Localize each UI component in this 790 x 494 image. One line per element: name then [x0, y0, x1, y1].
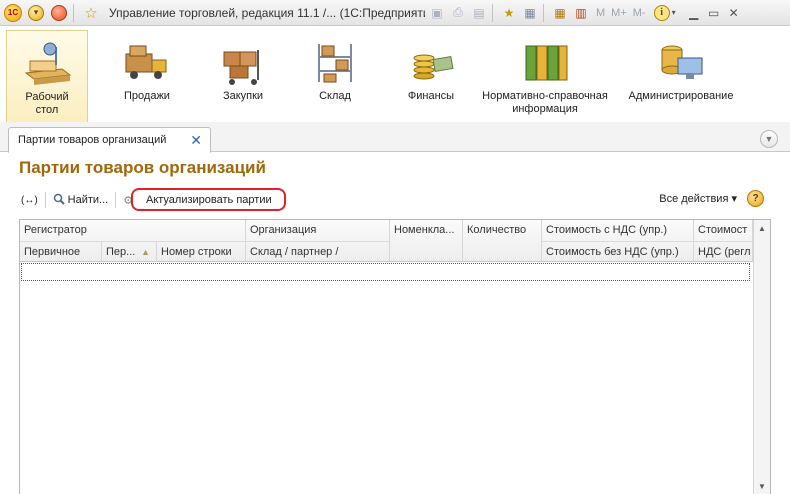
favorites-button[interactable]: ☆ — [81, 3, 101, 23]
column-header-cost[interactable]: Стоимост — [694, 220, 753, 241]
section-finance[interactable]: Финансы — [390, 30, 472, 122]
app-logo[interactable]: 1С — [3, 3, 23, 23]
update-batches-label: Актуализировать партии — [146, 193, 272, 206]
maximize-button[interactable]: ▭ — [704, 4, 724, 22]
command-bar: (↔) Найти... ⚙ Актуализировать партии Вс… — [18, 188, 770, 212]
window-title: Управление торговлей, редакция 11.1 /...… — [109, 5, 425, 20]
batches-table[interactable]: Регистратор Организация Номенкла... Коли… — [19, 219, 771, 494]
page-title: Партии товаров организаций — [19, 158, 266, 177]
memory-store-button[interactable]: M — [596, 7, 605, 19]
section-desktop[interactable]: Рабочий стол — [6, 30, 88, 122]
table-row[interactable] — [21, 263, 750, 281]
column-header-warehouse-partner[interactable]: Склад / партнер / — [246, 241, 390, 262]
section-sales[interactable]: Продажи — [106, 30, 188, 122]
column-header-registrar[interactable]: Регистратор — [20, 220, 246, 241]
find-label: Найти... — [67, 194, 109, 206]
chevron-down-icon[interactable]: ▼ — [760, 130, 778, 148]
column-header-cost-without-vat[interactable]: Стоимость без НДС (упр.) — [542, 241, 694, 262]
column-header-quantity[interactable]: Количество — [463, 220, 542, 262]
section-administration[interactable]: Администрирование — [622, 30, 740, 122]
title-bar: 1С ▾ ☆ Управление торговлей, редакция 11… — [0, 0, 790, 26]
sort-icon: ▲ — [141, 247, 150, 257]
back-button[interactable] — [49, 3, 69, 23]
favorites-icon: ☆ — [84, 4, 98, 22]
separator — [492, 3, 493, 22]
desktop-icon — [22, 41, 72, 87]
expand-arrows-icon: (↔) — [21, 194, 38, 206]
calendar-icon[interactable]: ▥ — [572, 4, 590, 22]
calculator-icon[interactable]: ▦ — [551, 4, 569, 22]
info-dropdown-icon[interactable]: ▾ — [672, 8, 676, 17]
administration-icon — [656, 40, 706, 86]
column-header-cost-with-vat[interactable]: Стоимость с НДС (упр.) — [542, 220, 694, 241]
purchases-icon — [218, 40, 268, 86]
tab-label: Партии товаров организаций — [18, 134, 167, 146]
menu-icon: ▾ — [28, 4, 44, 21]
find-button[interactable]: Найти... — [50, 189, 112, 211]
section-purchases[interactable]: Закупки — [202, 30, 284, 122]
tab-goods-batches[interactable]: Партии товаров организаций ✕ — [8, 127, 211, 153]
warehouse-icon — [310, 40, 360, 86]
toggle-mode-button[interactable]: (↔) — [18, 189, 41, 211]
close-icon[interactable]: ✕ — [190, 132, 202, 149]
section-reference-info[interactable]: Нормативно-справочная информация — [480, 30, 610, 122]
vertical-scrollbar[interactable]: ▲ ▼ — [753, 220, 770, 494]
info-button[interactable]: i — [653, 4, 670, 21]
finance-icon — [406, 40, 456, 86]
all-actions-button[interactable]: Все действия ▾ — [659, 192, 737, 205]
memory-subtract-button[interactable]: M- — [633, 7, 646, 19]
separator — [73, 3, 74, 22]
close-window-button[interactable]: ✕ — [724, 4, 744, 22]
update-batches-button[interactable]: Актуализировать партии — [131, 188, 286, 211]
table-header: Регистратор Организация Номенкла... Коли… — [20, 220, 753, 262]
column-header-organization[interactable]: Организация — [246, 220, 390, 241]
preview-icon[interactable]: ▤ — [470, 4, 488, 22]
column-header-line-number[interactable]: Номер строки — [157, 241, 246, 262]
history-icon[interactable]: ▦ — [521, 4, 539, 22]
section-warehouse[interactable]: Склад — [294, 30, 376, 122]
column-header-nomenclature[interactable]: Номенкла... — [390, 220, 463, 262]
memory-add-button[interactable]: M+ — [611, 7, 627, 19]
reference-info-icon — [520, 40, 570, 86]
column-header-primary[interactable]: Первичное — [20, 241, 102, 262]
column-header-vat[interactable]: НДС (регл — [694, 241, 753, 262]
print-icon[interactable]: ⎙ — [449, 4, 467, 22]
search-icon — [53, 193, 65, 208]
save-icon[interactable]: ▣ — [428, 4, 446, 22]
main-menu-button[interactable]: ▾ — [26, 3, 46, 23]
separator — [543, 3, 544, 22]
separator — [44, 192, 46, 208]
help-button[interactable]: ? — [747, 190, 764, 207]
separator — [115, 192, 117, 208]
tab-strip: Партии товаров организаций ✕ ▼ — [0, 122, 790, 153]
sections-panel: Рабочий стол Продажи Закупки Склад Финан… — [6, 30, 784, 122]
scroll-down-icon[interactable]: ▼ — [754, 478, 770, 494]
back-icon — [51, 4, 67, 21]
minimize-button[interactable]: ▁ — [684, 4, 704, 22]
sales-icon — [122, 40, 172, 86]
scroll-up-icon[interactable]: ▲ — [754, 220, 770, 237]
column-header-period[interactable]: Пер... ▲ — [102, 241, 157, 262]
add-favorite-icon[interactable]: ★ — [500, 4, 518, 22]
